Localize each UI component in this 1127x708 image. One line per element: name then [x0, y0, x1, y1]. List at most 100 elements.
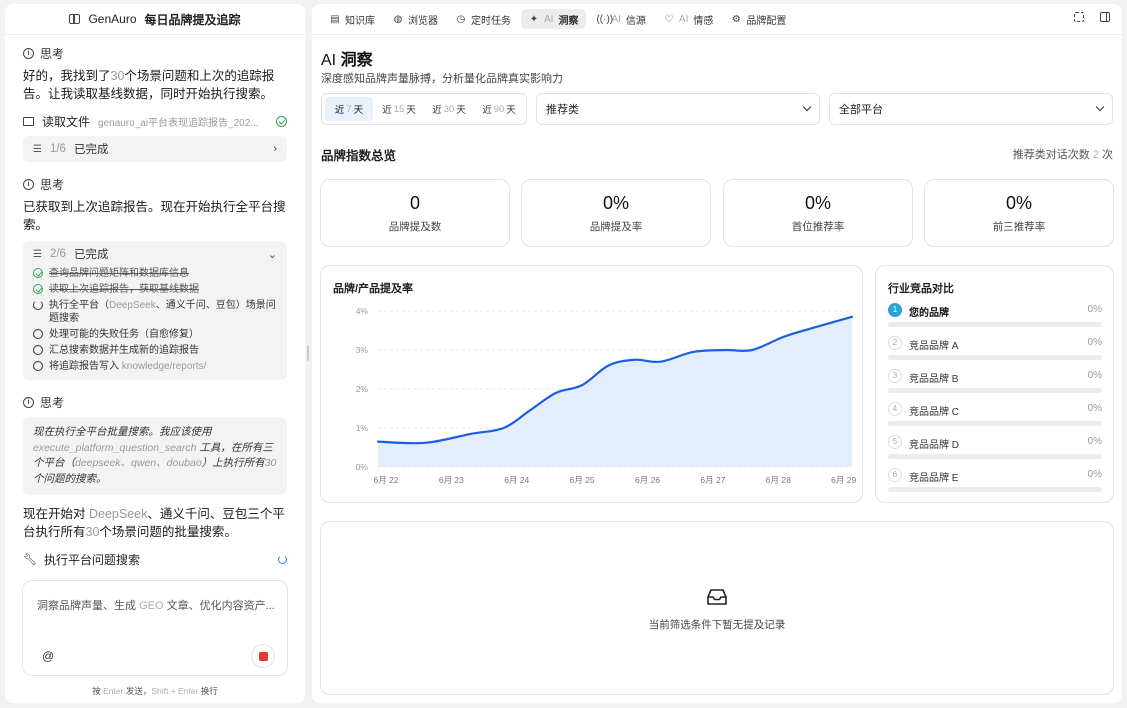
- task-text: 读取上次追踪报告，获取基线数据: [49, 284, 199, 295]
- rank-badge: 5: [888, 435, 902, 449]
- hint-key: Enter: [103, 686, 124, 696]
- competitor-name: 竞品品牌 D: [909, 440, 959, 451]
- loading-spinner-icon: [278, 555, 287, 564]
- think-header-3[interactable]: i 思考: [23, 394, 287, 410]
- category-select[interactable]: 推荐类: [536, 93, 820, 125]
- range-text: 天: [406, 105, 416, 116]
- task-text-part: 执行全平台（: [49, 300, 109, 311]
- msg-number: 30: [85, 525, 100, 539]
- quote-text: ）上执行所有: [201, 457, 265, 469]
- quote-code: execute_platform_question_search: [33, 441, 197, 454]
- placeholder-lite: GEO: [139, 600, 164, 612]
- comp-title: 行业竞品对比: [888, 283, 954, 295]
- select-value: 全部平台: [839, 104, 883, 116]
- range-7-days[interactable]: 近7天: [325, 97, 373, 121]
- competitor-pct: 0%: [1087, 436, 1102, 447]
- range-15-days[interactable]: 近 15 天: [375, 97, 423, 121]
- task-text-lite: DeepSeek: [109, 300, 156, 311]
- sidebar-toggle-icon[interactable]: [1100, 12, 1110, 22]
- tool-label: 读取文件: [42, 114, 91, 129]
- empty-text: 当前筛选条件下暂无提及记录: [648, 619, 786, 631]
- empty-circle-icon: [33, 361, 43, 371]
- area-fill: [378, 316, 852, 467]
- x-tick-label: 6月 23: [439, 475, 464, 485]
- range-90-days[interactable]: 近 90 天: [475, 97, 523, 121]
- mention-records-empty: 当前筛选条件下暂无提及记录: [320, 521, 1114, 695]
- y-tick-label: 4%: [356, 306, 369, 316]
- info-icon: i: [23, 396, 34, 408]
- file-name: genauro_ai平台表现追踪报告_202...: [98, 117, 259, 129]
- kpi-label: 前三推荐率: [992, 221, 1046, 233]
- competitor-pct: 0%: [1087, 469, 1102, 480]
- empty-state: 当前筛选条件下暂无提及记录: [321, 588, 1113, 632]
- x-tick-label: 6月 28: [766, 475, 791, 485]
- kpi-value: 0%: [804, 193, 831, 213]
- range-num: 90: [493, 103, 505, 115]
- tab-label: 情感: [693, 15, 714, 27]
- exec-tool-step[interactable]: 🔧︎ 执行平台问题搜索: [23, 551, 287, 568]
- tab-brand-config[interactable]: ⚙ 品牌配置: [723, 9, 794, 29]
- page-title-lite: AI: [321, 52, 337, 69]
- task-progress-header: ☰ 1/6 已完成 ›: [33, 142, 277, 156]
- competitor-pct: 0%: [1087, 304, 1102, 315]
- think-header-2[interactable]: i 思考: [23, 176, 287, 192]
- task-text-lite: knowledge/reports/: [121, 361, 207, 372]
- task-text: 执行全平台（DeepSeek、通义千问、豆包）场景问题搜索: [49, 299, 277, 325]
- tab-label: 定时任务: [471, 15, 511, 27]
- platform-select[interactable]: 全部平台: [829, 93, 1113, 125]
- kpi-top3-rate: 0% 前三推荐率: [924, 179, 1114, 247]
- time-range-selector: 近7天 近 15 天 近 30 天 近 90 天: [321, 93, 527, 125]
- task-count: 1/6: [49, 143, 66, 155]
- task-item: 读取上次追踪报告，获取基线数据: [33, 283, 277, 296]
- insight-panel: ▤ 知识库 ◍ 浏览器 ◷ 定时任务 ✦ AI 洞察 ((·)) AI 信源 ♡…: [312, 4, 1122, 703]
- inbox-icon: [707, 589, 727, 605]
- hint-text: 发送，: [123, 686, 152, 696]
- quote-lite: deepseek、qwen、doubao: [75, 457, 202, 469]
- stop-button[interactable]: [251, 644, 275, 668]
- read-file-step[interactable]: 读取文件 genauro_ai平台表现追踪报告_202...: [23, 113, 287, 129]
- think-header-1[interactable]: i 思考: [23, 45, 287, 61]
- competitor-pct: 0%: [1087, 370, 1102, 381]
- hint-text: 换行: [198, 686, 218, 696]
- info-icon: i: [23, 47, 34, 59]
- range-num: 15: [393, 103, 405, 115]
- tab-browser[interactable]: ◍ 浏览器: [385, 9, 446, 29]
- chat-title: 每日品牌提及追踪: [144, 12, 241, 27]
- mention-button[interactable]: @: [42, 649, 54, 663]
- think-label: 思考: [40, 177, 65, 192]
- task-item: 处理可能的失败任务（自愈修复）: [33, 328, 277, 341]
- thinking-quote: 现在执行全平台批量搜索。我应该使用 execute_platform_quest…: [23, 417, 287, 495]
- range-30-days[interactable]: 近 30 天: [425, 97, 473, 121]
- range-text: 天: [506, 105, 516, 116]
- chat-panel: GenAuro 每日品牌提及追踪 i 思考 好的，我找到了30个场景问题和上次的…: [5, 4, 305, 703]
- check-circle-icon: [33, 268, 43, 278]
- input-hint: 按 Enter 发送，Shift + Enter 换行: [5, 685, 305, 697]
- tab-scheduled[interactable]: ◷ 定时任务: [448, 9, 519, 29]
- chevron-down-icon[interactable]: ⌄: [268, 248, 277, 261]
- sparkle-icon: ✦: [529, 13, 539, 25]
- task-status: 已完成: [73, 144, 109, 156]
- x-tick-label: 6月 25: [570, 475, 595, 485]
- rank-badge: 1: [888, 303, 902, 317]
- expand-icon[interactable]: [1074, 12, 1084, 22]
- tab-ai-insight[interactable]: ✦ AI 洞察: [521, 9, 587, 29]
- rank-badge: 2: [888, 336, 902, 350]
- task-progress-2[interactable]: ☰ 2/6 已完成 ⌄ 查询品牌问题矩阵和数据库信息 读取上次追踪报告，获取基线…: [23, 241, 287, 380]
- panel-resize-handle[interactable]: [307, 345, 309, 361]
- globe-icon: ◍: [393, 13, 403, 25]
- competitor-row: 5 竞品品牌 D 0%: [888, 435, 1102, 465]
- chat-input[interactable]: 洞察品牌声量、生成 GEO 文章、优化内容资产... @: [22, 580, 288, 676]
- assistant-message-1: 好的，我找到了30个场景问题和上次的追踪报告。让我读取基线数据，同时开始执行搜索…: [23, 67, 287, 103]
- task-text: 处理可能的失败任务（自愈修复）: [49, 329, 199, 340]
- sidebar-toggle-icon[interactable]: [69, 14, 81, 24]
- think-label: 思考: [40, 395, 65, 410]
- stop-icon: [258, 651, 268, 661]
- x-tick-label: 6月 26: [635, 475, 660, 485]
- task-text: 查询品牌问题矩阵和数据库信息: [49, 268, 189, 279]
- chevron-right-icon[interactable]: ›: [273, 143, 277, 155]
- tab-knowledge[interactable]: ▤ 知识库: [322, 9, 383, 29]
- tab-ai-sentiment[interactable]: ♡ AI 情感: [656, 9, 721, 29]
- tab-ai-source[interactable]: ((·)) AI 信源: [588, 9, 653, 29]
- task-progress-1[interactable]: ☰ 1/6 已完成 ›: [23, 136, 287, 162]
- heart-icon: ♡: [664, 13, 674, 25]
